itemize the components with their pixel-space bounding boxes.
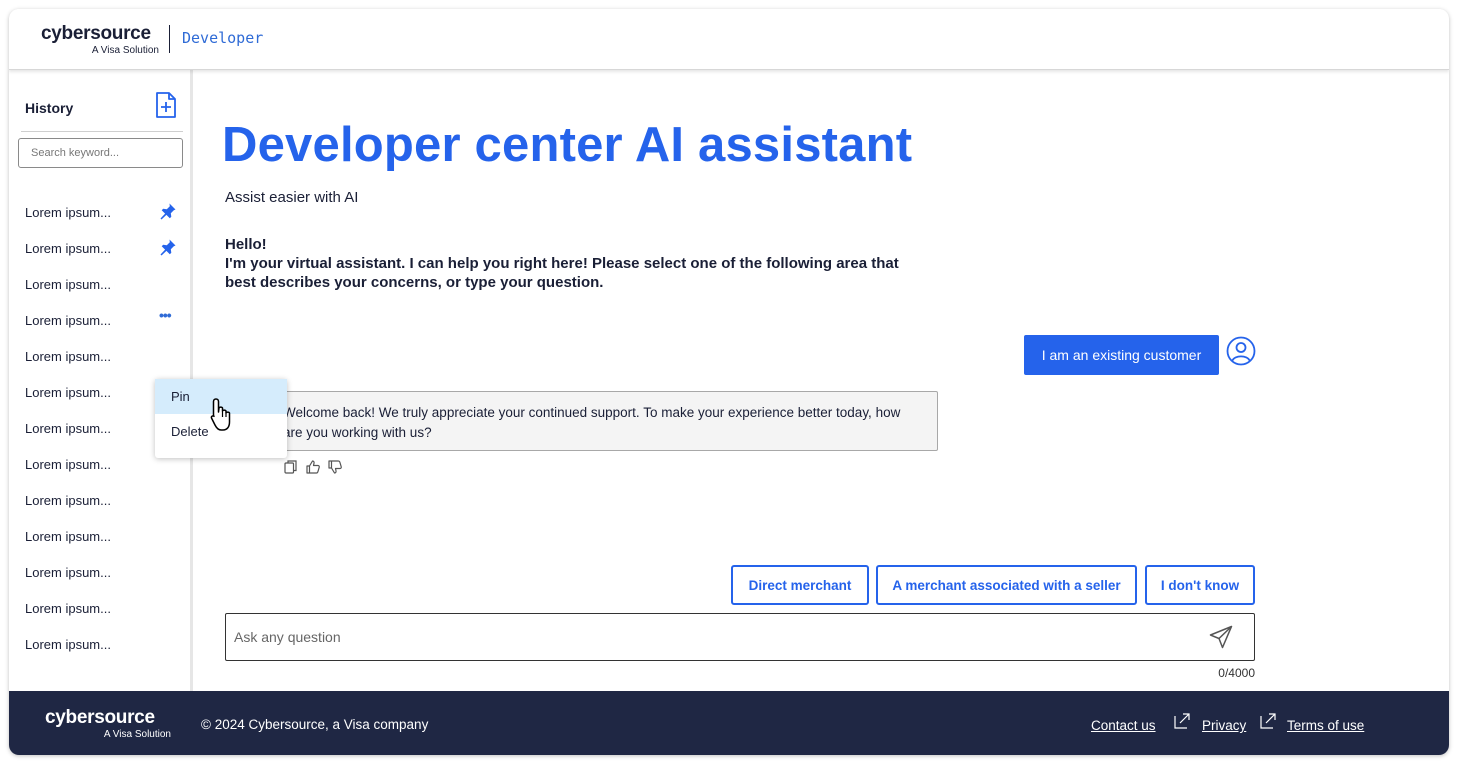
thumbs-down-icon[interactable] [327,459,343,475]
history-item-label: Lorem ipsum... [25,637,111,652]
history-search-input[interactable] [18,138,183,168]
send-icon[interactable] [1208,624,1234,650]
privacy-link[interactable]: Privacy [1202,718,1246,733]
history-item-label: Lorem ipsum... [25,277,111,292]
logo-brand: cybersource [41,23,151,44]
app-window: cybersource A Visa Solution Developer Hi… [9,9,1449,755]
history-divider [21,131,183,132]
page-title: Developer center AI assistant [222,118,913,172]
history-title: History [25,100,74,116]
pin-icon[interactable] [159,202,177,220]
history-item-label: Lorem ipsum... [25,565,111,580]
new-document-icon[interactable] [155,92,177,118]
site-footer: cybersource A Visa Solution © 2024 Cyber… [9,691,1449,755]
ask-question-input[interactable] [225,613,1255,661]
history-item[interactable]: Lorem ipsum... [25,197,185,227]
terms-of-use-link[interactable]: Terms of use [1287,718,1364,733]
copy-icon[interactable] [283,459,299,475]
history-item-label: Lorem ipsum... [25,421,111,436]
copyright-text: © 2024 Cybersource, a Visa company [201,717,429,732]
history-item-label: Lorem ipsum... [25,313,111,328]
history-item[interactable]: Lorem ipsum... [25,485,185,515]
history-item[interactable]: Lorem ipsum... [25,521,185,551]
history-item-label: Lorem ipsum... [25,493,111,508]
more-options-icon[interactable]: ••• [159,307,172,323]
ai-message: Welcome back! We truly appreciate your c… [267,391,938,451]
section-title[interactable]: Developer [182,29,263,47]
option-dont-know[interactable]: I don't know [1145,565,1255,605]
assistant-intro: I'm your virtual assistant. I can help y… [225,255,899,291]
footer-logo[interactable]: cybersource A Visa Solution [45,707,173,741]
history-item[interactable]: Lorem ipsum... [25,557,185,587]
footer-logo-brand: cybersource [45,707,155,728]
history-item-label: Lorem ipsum... [25,349,111,364]
history-item[interactable]: Lorem ipsum... [25,341,185,371]
history-item-label: Lorem ipsum... [25,457,111,472]
history-item[interactable]: Lorem ipsum... [25,269,185,299]
page-subtitle: Assist easier with AI [225,189,359,206]
hand-cursor-icon [210,398,231,431]
logo-tagline: A Visa Solution [91,45,159,56]
user-message: I am an existing customer [1024,335,1219,375]
footer-logo-tagline: A Visa Solution [103,729,171,740]
pin-icon[interactable] [159,238,177,256]
top-header: cybersource A Visa Solution Developer [9,9,1449,70]
thumbs-up-icon[interactable] [305,459,321,475]
character-counter: 0/4000 [1218,666,1255,680]
option-direct-merchant[interactable]: Direct merchant [731,565,869,605]
option-merchant-with-seller[interactable]: A merchant associated with a seller [876,565,1137,605]
external-link-icon [1174,713,1190,729]
header-divider [169,25,170,53]
history-item-label: Lorem ipsum... [25,241,111,256]
history-sidebar: History Lorem ipsum...Lorem ipsum...Lore… [9,70,287,691]
contact-us-link[interactable]: Contact us [1091,718,1156,733]
history-item[interactable]: Lorem ipsum... ••• [25,305,185,335]
user-avatar-icon [1226,336,1256,366]
history-item-label: Lorem ipsum... [25,385,111,400]
history-item[interactable]: Lorem ipsum... [25,629,185,659]
history-item-label: Lorem ipsum... [25,529,111,544]
history-item[interactable]: Lorem ipsum... [25,593,185,623]
assistant-greeting: Hello! [225,236,267,253]
external-link-icon [1260,713,1276,729]
history-item-label: Lorem ipsum... [25,601,111,616]
cybersource-logo[interactable]: cybersource A Visa Solution [41,23,159,57]
message-actions [283,459,349,475]
history-item-label: Lorem ipsum... [25,205,111,220]
history-item[interactable]: Lorem ipsum... [25,233,185,263]
